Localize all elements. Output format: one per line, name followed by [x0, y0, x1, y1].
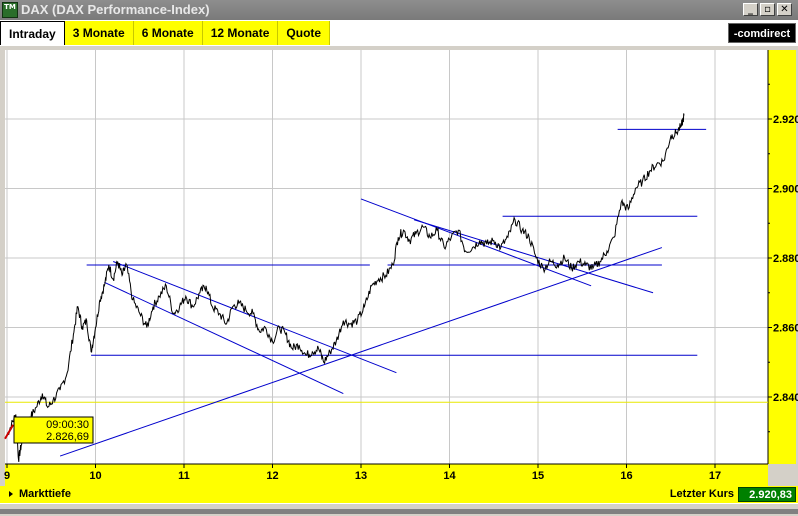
- x-tick-label: 14: [443, 470, 456, 482]
- intraday-chart: 9 10 11 12 13 14 15 16 17 2.840 2.860 2.880 2.900 2.9…: [4, 50, 798, 486]
- chart-area: 9 10 11 12 13 14 15 16 17 2.840 2.860 2.880 2.900 2.9…: [0, 46, 798, 486]
- maximize-button[interactable]: ▫: [760, 3, 775, 16]
- y-tick-label: 2.900: [773, 184, 798, 196]
- tooltip-value: 2.826,69: [46, 431, 89, 443]
- close-button[interactable]: ✕: [777, 3, 792, 16]
- y-tick-label: 2.860: [773, 323, 798, 335]
- x-tick-label: 11: [178, 470, 190, 482]
- tab-6-monate[interactable]: 6 Monate: [133, 21, 203, 45]
- tooltip-time: 09:00:30: [46, 419, 89, 431]
- markttiefe-toggle[interactable]: Markttiefe: [9, 486, 71, 503]
- letzter-kurs-label: Letzter Kurs: [669, 488, 734, 500]
- y-tick-label: 2.840: [773, 392, 798, 404]
- expand-arrow-icon: [9, 491, 13, 498]
- minimize-button[interactable]: _: [743, 3, 758, 16]
- tab-bar: Intraday 3 Monate 6 Monate 12 Monate Quo…: [0, 20, 798, 46]
- y-tick-label: 2.880: [773, 253, 798, 265]
- x-tick-label: 17: [709, 470, 721, 482]
- window-title: DAX (DAX Performance-Index): [21, 2, 210, 17]
- x-tick-label: 12: [266, 470, 278, 482]
- x-tick-label: 16: [620, 470, 632, 482]
- markttiefe-label: Markttiefe: [19, 488, 71, 500]
- status-bar: [0, 503, 798, 516]
- x-tick-label: 15: [532, 470, 544, 482]
- tab-quote[interactable]: Quote: [278, 21, 331, 45]
- comdirect-logo: -comdirect: [728, 23, 796, 43]
- title-bar: TM DAX (DAX Performance-Index) _ ▫ ✕: [0, 0, 798, 20]
- letzter-kurs-value: 2.920,83: [738, 487, 796, 502]
- tab-intraday[interactable]: Intraday: [0, 21, 65, 45]
- y-tick-label: 2.920: [773, 114, 798, 126]
- tab-12-monate[interactable]: 12 Monate: [202, 21, 279, 45]
- app-icon: TM: [2, 2, 18, 18]
- x-tick-label: 10: [89, 470, 101, 482]
- x-tick-label: 9: [4, 470, 10, 482]
- price-tooltip: 09:00:302.826,69: [13, 416, 94, 444]
- bottom-bar: Markttiefe Letzter Kurs 2.920,83: [0, 486, 798, 503]
- x-axis-panel: [5, 464, 768, 486]
- tab-3-monate[interactable]: 3 Monate: [64, 21, 134, 45]
- x-tick-label: 13: [355, 470, 367, 482]
